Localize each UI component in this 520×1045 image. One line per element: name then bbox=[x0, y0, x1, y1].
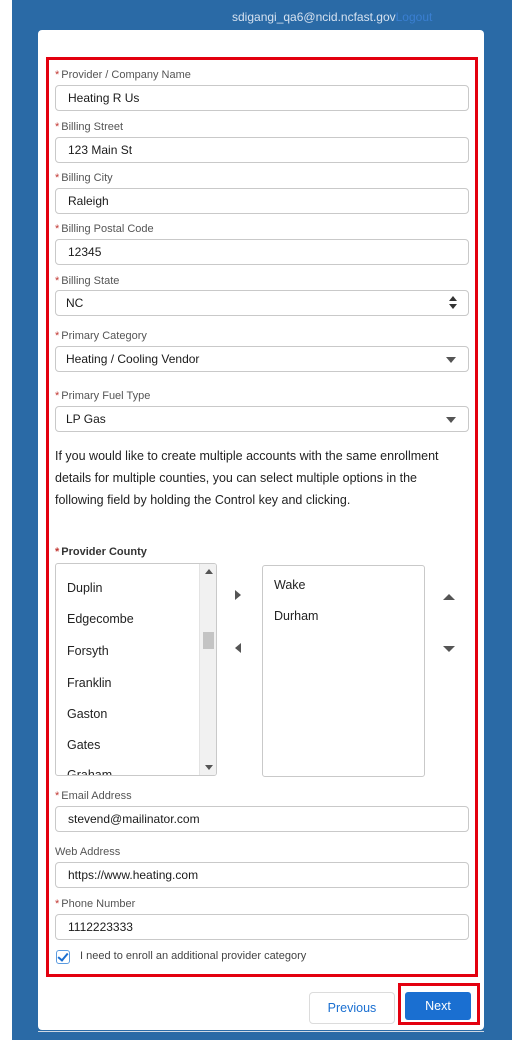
provider-county-label: * Provider County bbox=[55, 546, 147, 558]
list-item[interactable]: Gaston bbox=[67, 707, 107, 721]
next-button[interactable]: Next bbox=[405, 992, 471, 1020]
primary-fuel-label: * Primary Fuel Type bbox=[55, 390, 151, 402]
provider-name-label: * Provider / Company Name bbox=[55, 69, 191, 81]
billing-state-value: NC bbox=[66, 296, 84, 310]
user-email: sdigangi_qa6@ncid.ncfast.govLogout bbox=[232, 10, 433, 24]
list-item[interactable]: Durham bbox=[274, 609, 318, 623]
provider-name-input[interactable]: Heating R Us bbox=[55, 85, 469, 111]
phone-label: * Phone Number bbox=[55, 898, 136, 910]
move-left-icon[interactable] bbox=[235, 643, 241, 653]
primary-category-value: Heating / Cooling Vendor bbox=[66, 352, 200, 366]
scroll-up-icon[interactable] bbox=[205, 569, 213, 574]
email-label: * Email Address bbox=[55, 790, 132, 802]
user-menu-link[interactable]: Logout bbox=[396, 10, 433, 24]
scroll-down-icon[interactable] bbox=[205, 765, 213, 770]
email-input[interactable]: stevend@mailinator.com bbox=[55, 806, 469, 832]
updown-arrows-icon bbox=[449, 296, 457, 310]
additional-category-label: I need to enroll an additional provider … bbox=[80, 950, 307, 962]
check-icon bbox=[57, 950, 69, 962]
billing-city-label: * Billing City bbox=[55, 172, 113, 184]
available-counties-list[interactable]: Duplin Edgecombe Forsyth Franklin Gaston… bbox=[55, 563, 217, 776]
move-down-icon[interactable] bbox=[443, 646, 455, 652]
list-item[interactable]: Duplin bbox=[67, 581, 102, 595]
phone-input[interactable]: 1112223333 bbox=[55, 914, 469, 940]
primary-fuel-value: LP Gas bbox=[66, 412, 106, 426]
primary-fuel-select[interactable]: LP Gas bbox=[55, 406, 469, 432]
list-item[interactable]: Edgecombe bbox=[67, 612, 134, 626]
billing-city-input[interactable]: Raleigh bbox=[55, 188, 469, 214]
selected-counties-list[interactable]: Wake Durham bbox=[262, 565, 425, 777]
web-label: Web Address bbox=[55, 846, 121, 858]
list-item[interactable]: Graham bbox=[67, 768, 112, 775]
divider bbox=[38, 1031, 484, 1032]
billing-postal-input[interactable]: 12345 bbox=[55, 239, 469, 265]
scrollbar-thumb[interactable] bbox=[203, 632, 214, 649]
billing-street-label: * Billing Street bbox=[55, 121, 124, 133]
web-input[interactable]: https://www.heating.com bbox=[55, 862, 469, 888]
billing-state-label: * Billing State bbox=[55, 275, 120, 287]
chevron-down-icon bbox=[446, 417, 456, 423]
list-item[interactable]: Forsyth bbox=[67, 644, 109, 658]
previous-button[interactable]: Previous bbox=[309, 992, 395, 1024]
chevron-down-icon bbox=[446, 357, 456, 363]
primary-category-select[interactable]: Heating / Cooling Vendor bbox=[55, 346, 469, 372]
move-right-icon[interactable] bbox=[235, 590, 241, 600]
county-help-text: If you would like to create multiple acc… bbox=[55, 449, 439, 507]
list-item[interactable]: Wake bbox=[274, 578, 306, 592]
scrollbar[interactable] bbox=[199, 564, 216, 775]
move-up-icon[interactable] bbox=[443, 594, 455, 600]
list-item[interactable]: Gates bbox=[67, 738, 100, 752]
billing-street-input[interactable]: 123 Main St bbox=[55, 137, 469, 163]
additional-category-checkbox[interactable] bbox=[56, 950, 70, 964]
list-item[interactable]: Franklin bbox=[67, 676, 111, 690]
primary-category-label: * Primary Category bbox=[55, 330, 147, 342]
billing-state-select[interactable]: NC bbox=[55, 290, 469, 316]
billing-postal-label: * Billing Postal Code bbox=[55, 223, 154, 235]
